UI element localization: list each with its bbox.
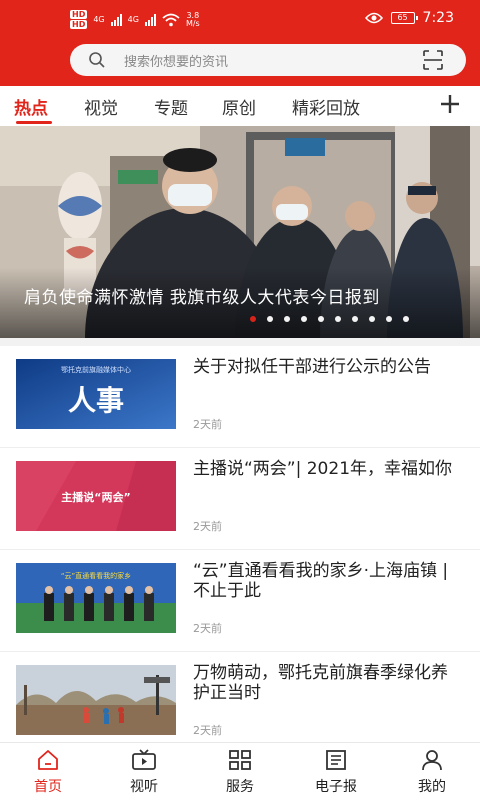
news-time: 2天前 [193,418,222,431]
nav-home[interactable]: 首页 [8,749,88,796]
nav-services-label: 服务 [226,779,254,795]
hd-badge-2: HD [70,20,88,29]
carousel-dot[interactable] [369,316,375,322]
news-title[interactable]: 主播说“两会”| 2021年，幸福如你 [193,459,463,479]
headline-carousel[interactable]: 肩负使命满怀激情 我旗市级人大代表今日报到 [0,126,480,338]
status-right: 65 7:23 [364,10,454,26]
add-channel-icon[interactable] [438,92,462,116]
status-left: HD HD 4G 4G 3.8 M/s [70,10,200,29]
nav-epaper-label: 电子报 [315,779,357,795]
scan-icon[interactable] [422,49,444,71]
active-tab-indicator [16,121,52,124]
news-title[interactable]: 关于对拟任干部进行公示的公告 [193,357,463,377]
news-time: 2天前 [193,520,222,533]
wifi-icon [162,13,180,26]
news-title[interactable]: 万物萌动，鄂托克前旗春季绿化养护正当时 [193,663,463,703]
news-title[interactable]: “云”直通看看我的家乡·上海庙镇 | 不止于此 [193,561,463,601]
signal-icon-2 [144,13,156,26]
carousel-dot[interactable] [284,316,290,322]
carousel-dot[interactable] [403,316,409,322]
carousel-dot[interactable] [301,316,307,322]
search-placeholder[interactable]: 搜索你想要的资讯 [124,51,422,70]
grid-icon [229,750,251,770]
news-list: 鄂托克前旗融媒体中心 人事 关于对拟任干部进行公示的公告 2天前 主播说“两会”… [0,346,480,754]
nav-mine[interactable]: 我的 [392,749,472,796]
nav-epaper[interactable]: 电子报 [296,749,376,796]
carousel-dot[interactable] [352,316,358,322]
news-thumbnail[interactable]: 主播说“两会” [16,461,176,531]
nav-home-label: 首页 [34,779,62,795]
tab-hot[interactable]: 热点 [14,94,48,119]
section-divider [0,338,480,346]
carousel-indicator [250,316,409,322]
hd-indicators: HD HD [70,10,88,29]
news-thumbnail[interactable]: “云”直通看看我的家乡 [16,563,176,633]
clock: 7:23 [422,10,454,26]
header: HD HD 4G 4G 3.8 M/s 65 7:23 搜索你想要的资讯 [0,0,480,86]
news-item[interactable]: “云”直通看看我的家乡 “云”直通看看我的家乡·上海庙镇 | 不止于此 2天前 [0,550,480,652]
news-item[interactable]: 万物萌动，鄂托克前旗春季绿化养护正当时 2天前 [0,652,480,754]
network-type-2: 4G [127,14,139,24]
thumb-headline: 主播说“两会” [61,490,130,504]
status-bar: HD HD 4G 4G 3.8 M/s 65 7:23 [0,0,480,40]
user-icon [422,750,442,771]
news-time: 2天前 [193,622,222,635]
news-item[interactable]: 鄂托克前旗融媒体中心 人事 关于对拟任干部进行公示的公告 2天前 [0,346,480,448]
tab-replay[interactable]: 精彩回放 [292,94,360,119]
tab-visual[interactable]: 视觉 [84,94,118,119]
signal-icon [110,13,122,26]
battery-icon: 65 [390,12,418,24]
tab-original[interactable]: 原创 [222,94,256,119]
carousel-dot[interactable] [386,316,392,322]
network-speed: 3.8 M/s [185,11,200,28]
tv-icon [132,749,156,770]
thumb-headline: “云”直通看看我的家乡 [61,571,131,580]
nav-audiovisual-label: 视听 [130,779,158,795]
banner-caption[interactable]: 肩负使命满怀激情 我旗市级人大代表今日报到 [24,288,454,308]
carousel-dot[interactable] [267,316,273,322]
news-time: 2天前 [193,724,222,737]
eye-icon [364,12,383,24]
newspaper-icon [326,750,346,770]
news-item[interactable]: 主播说“两会” 主播说“两会”| 2021年，幸福如你 2天前 [0,448,480,550]
network-speed-unit: M/s [185,18,200,28]
carousel-dot[interactable] [318,316,324,322]
news-thumbnail[interactable] [16,665,176,735]
network-type-1: 4G [93,14,105,24]
carousel-dot[interactable] [335,316,341,322]
nav-mine-label: 我的 [418,779,446,795]
thumb-org-name: 鄂托克前旗融媒体中心 [61,365,131,374]
category-tabs: 热点 视觉 专题 原创 精彩回放 [0,86,480,126]
news-thumbnail[interactable]: 鄂托克前旗融媒体中心 人事 [16,359,176,429]
tab-topics[interactable]: 专题 [154,94,188,119]
home-icon [38,750,58,770]
nav-services[interactable]: 服务 [200,749,280,796]
search-bar[interactable]: 搜索你想要的资讯 [70,44,466,76]
nav-audiovisual[interactable]: 视听 [104,749,184,796]
hd-badge-1: HD [70,10,88,19]
bottom-nav: 首页 视听 服务 电子报 我的 [0,742,480,800]
carousel-dot[interactable] [250,316,256,322]
search-icon [89,52,105,68]
thumb-headline: 人事 [68,384,124,417]
